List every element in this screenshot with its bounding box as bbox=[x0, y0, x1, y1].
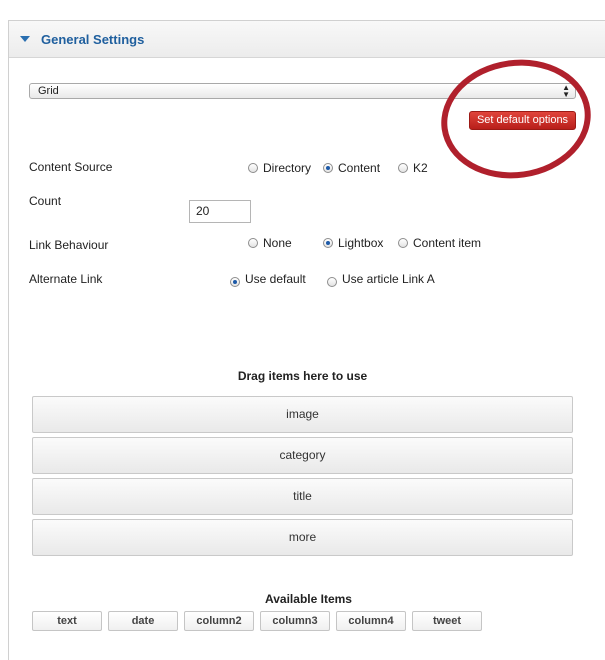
drop-item-more[interactable]: more bbox=[32, 519, 573, 556]
radio-k2[interactable] bbox=[398, 163, 408, 173]
count-label: Count bbox=[29, 194, 62, 208]
radio-content-item[interactable] bbox=[398, 238, 408, 248]
available-item-column4[interactable]: column4 bbox=[336, 611, 406, 631]
option-directory: Directory bbox=[263, 161, 312, 175]
triangle-down-icon[interactable] bbox=[20, 36, 30, 42]
count-input[interactable]: 20 bbox=[189, 200, 251, 223]
available-items-title: Available Items bbox=[265, 592, 352, 606]
panel-title: General Settings bbox=[41, 32, 145, 47]
radio-use-article-link-a[interactable] bbox=[327, 277, 337, 287]
drop-item-category[interactable]: category bbox=[32, 437, 573, 474]
set-default-options-button[interactable]: Set default options bbox=[469, 111, 576, 130]
available-item-column2[interactable]: column2 bbox=[184, 611, 254, 631]
radio-lightbox[interactable] bbox=[323, 238, 333, 248]
radio-content[interactable] bbox=[323, 163, 333, 173]
radio-use-default[interactable] bbox=[230, 277, 240, 287]
radio-directory[interactable] bbox=[248, 163, 258, 173]
layout-select-value: Grid bbox=[38, 85, 59, 97]
option-k2: K2 bbox=[413, 161, 428, 175]
link-behaviour-label: Link Behaviour bbox=[29, 238, 109, 252]
available-item-column3[interactable]: column3 bbox=[260, 611, 330, 631]
option-none: None bbox=[263, 236, 292, 250]
panel-header[interactable]: General Settings bbox=[9, 21, 605, 58]
option-content-item: Content item bbox=[413, 236, 482, 250]
drop-item-image[interactable]: image bbox=[32, 396, 573, 433]
option-content: Content bbox=[338, 161, 381, 175]
alternate-link-label: Alternate Link bbox=[29, 272, 103, 286]
available-item-text[interactable]: text bbox=[32, 611, 102, 631]
available-item-date[interactable]: date bbox=[108, 611, 178, 631]
content-source-label: Content Source bbox=[29, 160, 113, 174]
option-lightbox: Lightbox bbox=[338, 236, 384, 250]
option-use-article-link-a: Use article Link A bbox=[342, 272, 435, 286]
drop-item-title[interactable]: title bbox=[32, 478, 573, 515]
drop-zone-title: Drag items here to use bbox=[237, 369, 368, 383]
option-use-default: Use default bbox=[245, 272, 306, 286]
radio-none[interactable] bbox=[248, 238, 258, 248]
available-item-tweet[interactable]: tweet bbox=[412, 611, 482, 631]
